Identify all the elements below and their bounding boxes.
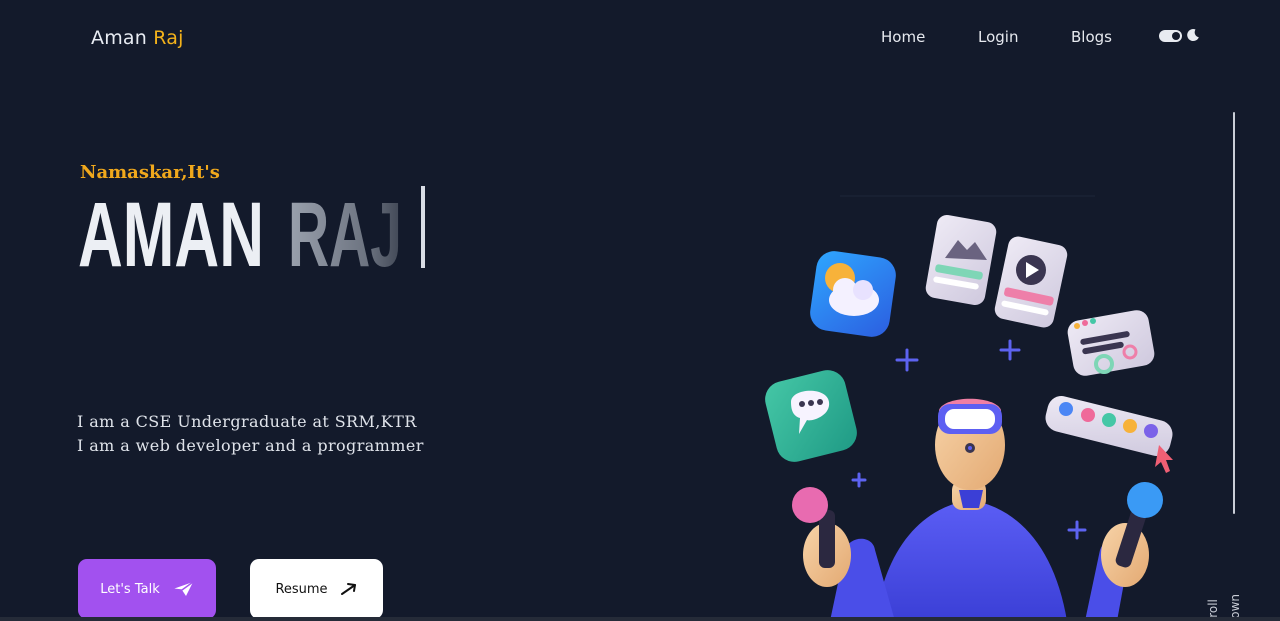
lets-talk-button[interactable]: Let's Talk <box>78 559 216 619</box>
color-palette-icon <box>1045 396 1173 473</box>
scroll-indicator-line <box>1233 112 1235 514</box>
video-card-icon <box>994 236 1068 328</box>
site-logo[interactable]: Aman Raj <box>91 27 184 49</box>
logo-second: Raj <box>153 27 184 49</box>
toggle-knob <box>1172 32 1180 40</box>
resume-button[interactable]: Resume <box>250 559 383 619</box>
bio-line: I am a web developer and a programmer <box>77 436 424 455</box>
portfolio-page: Aman Raj Home Login Blogs Namaskar,It's … <box>0 0 1280 621</box>
text-card-icon <box>1067 310 1155 376</box>
moon-icon[interactable] <box>1186 28 1200 42</box>
paper-plane-icon <box>172 581 194 596</box>
hero-illustration <box>765 195 1173 621</box>
typing-cursor <box>421 186 425 268</box>
arrow-up-right-icon <box>340 583 356 595</box>
logo-first: Aman <box>91 27 147 49</box>
hero-name-second: RAJ <box>288 184 402 282</box>
theme-toggle[interactable] <box>1159 30 1182 42</box>
weather-app-icon <box>810 251 896 337</box>
nav-blogs[interactable]: Blogs <box>1071 28 1112 46</box>
image-card-icon <box>925 215 997 305</box>
hero-bio: I am a CSE Undergraduate at SRM,KTR I am… <box>77 410 424 458</box>
bio-line: I am a CSE Undergraduate at SRM,KTR <box>77 412 417 431</box>
bottom-edge <box>0 617 1280 621</box>
hero-name-first: AMAN <box>78 184 264 282</box>
nav-home[interactable]: Home <box>881 28 925 46</box>
hero-name: AMAN RAJ <box>78 184 402 282</box>
nav-login[interactable]: Login <box>978 28 1018 46</box>
resume-label: Resume <box>275 581 328 597</box>
chat-app-icon <box>765 370 857 462</box>
lets-talk-label: Let's Talk <box>100 581 160 597</box>
